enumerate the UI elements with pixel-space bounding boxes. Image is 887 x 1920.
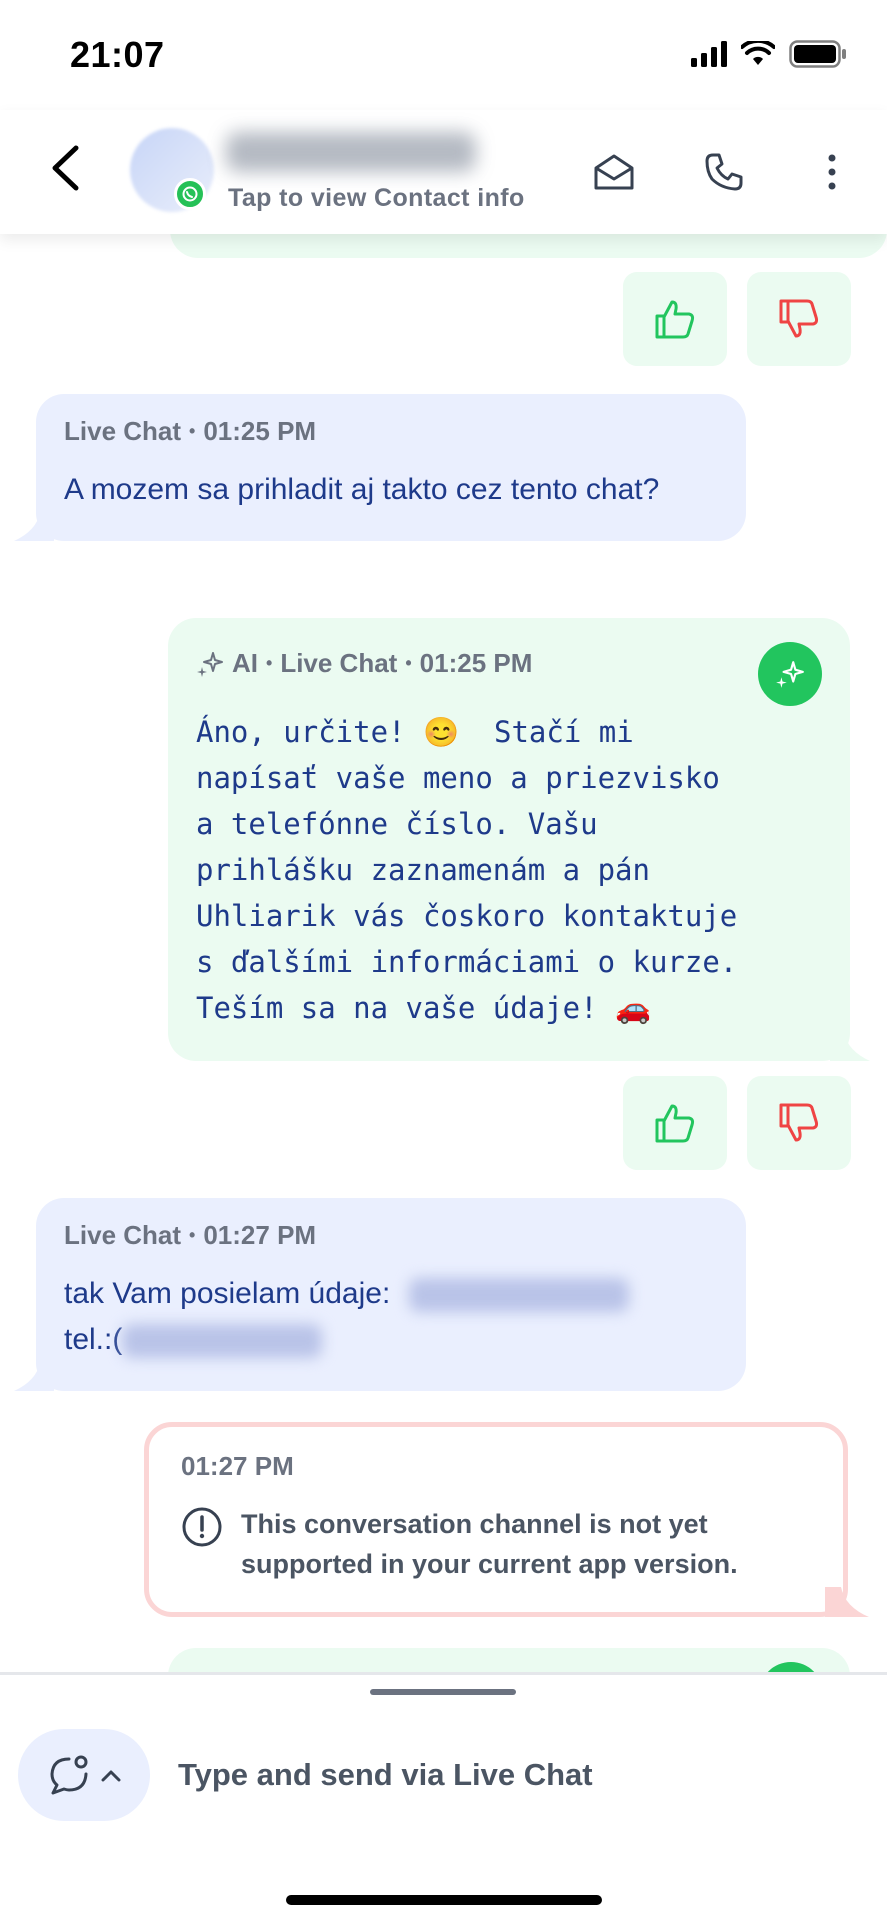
ai-sparkles-badge (758, 642, 822, 706)
conversation-header: Tap to view Contact info (0, 110, 887, 234)
chevron-left-icon (52, 145, 79, 191)
thumbs-down-icon (779, 299, 819, 338)
message-text: tak Vam posielam údaje: tel.:( (64, 1271, 718, 1363)
message-channel: Live Chat (64, 1220, 182, 1250)
thumbs-down-icon (779, 1103, 819, 1142)
message-rating-row (623, 272, 851, 366)
next-ai-message-bubble (168, 1648, 850, 1672)
chevron-up-icon (101, 1770, 121, 1782)
message-composer (0, 1672, 887, 1920)
message-channel: Live Chat (64, 416, 182, 446)
status-icons (691, 40, 847, 68)
message-time: 01:25 PM (419, 648, 533, 678)
incoming-message[interactable]: Live Chat • 01:27 PM tak Vam posielam úd… (14, 1198, 746, 1391)
email-button[interactable] (588, 146, 640, 198)
more-vertical-icon (828, 154, 836, 190)
bubble-tail (14, 1363, 54, 1391)
status-bar: 21:07 (0, 0, 887, 110)
sparkles-icon (197, 651, 223, 677)
sparkles-icon (776, 661, 804, 688)
thumbs-up-button[interactable] (623, 1076, 727, 1170)
message-time: 01:25 PM (203, 416, 317, 446)
warning-text: This conversation channel is not yet sup… (241, 1509, 738, 1579)
message-meta: Live Chat • 01:25 PM (64, 416, 317, 446)
home-indicator (286, 1895, 602, 1905)
message-sender: AI (232, 648, 258, 678)
chat-bubble-icon (50, 1755, 88, 1795)
thumbs-up-icon (655, 1104, 695, 1143)
channel-switcher-button[interactable] (18, 1729, 150, 1821)
phone-icon (705, 153, 743, 191)
message-time: 01:27 PM (181, 1451, 294, 1481)
message-rating-row (623, 1076, 851, 1170)
redacted-phone (122, 1324, 323, 1359)
cellular-signal-icon (691, 41, 727, 67)
incoming-message[interactable]: Live Chat • 01:25 PM A mozem sa prihladi… (14, 394, 746, 541)
drag-handle[interactable] (370, 1689, 516, 1695)
alert-circle-icon (182, 1507, 222, 1547)
bubble-tail (14, 513, 54, 541)
message-text: A mozem sa prihladit aj takto cez tento … (64, 473, 660, 506)
call-button[interactable] (698, 146, 750, 198)
thumbs-up-button[interactable] (623, 272, 727, 366)
previous-ai-message-bubble (170, 234, 887, 258)
thumbs-down-button[interactable] (747, 1076, 851, 1170)
bubble-tail (825, 1587, 869, 1617)
battery-icon (789, 40, 846, 68)
bubble-tail (830, 1033, 870, 1061)
thumbs-down-button[interactable] (747, 272, 851, 366)
redacted-name (408, 1278, 629, 1313)
thumbs-up-icon (655, 300, 695, 339)
message-text-line: tel.:( (64, 1323, 123, 1356)
ai-outgoing-message[interactable]: AI • Live Chat • 01:25 PM Áno, určite! 😊… (168, 618, 870, 1061)
contact-info-link[interactable]: Tap to view Contact info (228, 184, 525, 213)
message-text-line: tak Vam posielam údaje: (64, 1277, 391, 1310)
unsupported-channel-message: 01:27 PM This conversation channel is no… (144, 1422, 869, 1617)
message-list[interactable]: Live Chat • 01:25 PM A mozem sa prihladi… (0, 234, 887, 1672)
back-button[interactable] (40, 138, 90, 198)
wifi-icon (741, 41, 775, 65)
message-channel: Live Chat (280, 648, 398, 678)
message-meta: Live Chat • 01:27 PM (64, 1220, 317, 1250)
message-meta: AI • Live Chat • 01:25 PM (196, 648, 822, 679)
message-input[interactable] (178, 1747, 838, 1803)
status-time: 21:07 (70, 34, 165, 75)
whatsapp-icon (174, 178, 206, 210)
more-options-button[interactable] (806, 146, 858, 198)
message-text: Áno, určite! 😊 Stačí mi napísať vaše men… (196, 715, 738, 1025)
contact-name-redacted[interactable] (226, 132, 476, 172)
message-time: 01:27 PM (203, 1220, 317, 1250)
envelope-open-icon (594, 154, 634, 190)
